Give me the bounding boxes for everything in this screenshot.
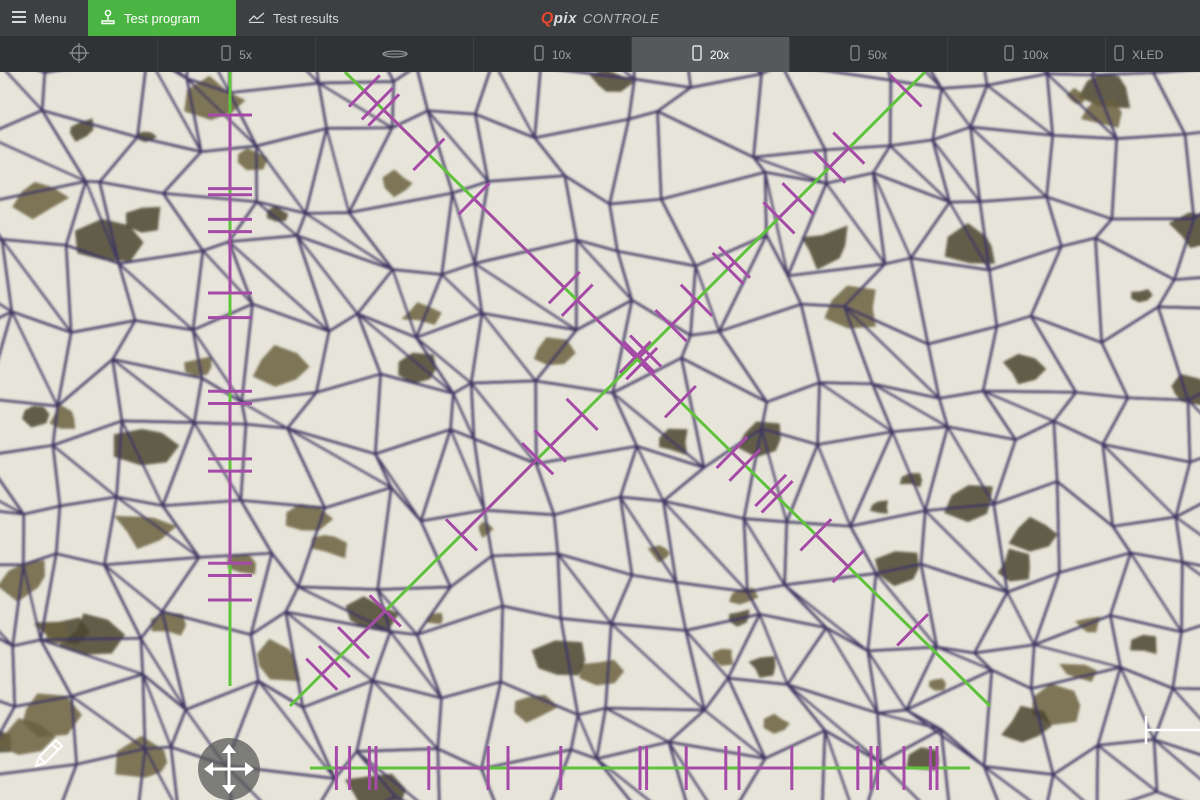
intercept-segment xyxy=(777,197,800,219)
objective-icon xyxy=(692,45,702,64)
objective-icon xyxy=(1114,45,1124,64)
intercept-segment xyxy=(460,457,539,536)
pencil-button[interactable] xyxy=(28,734,68,774)
intercept-segment xyxy=(576,299,637,359)
intercept-segment xyxy=(814,533,850,568)
intercept-segment xyxy=(828,147,850,169)
intercept-segment xyxy=(352,609,387,644)
test-program-label: Test program xyxy=(124,10,200,26)
menu-button[interactable]: Menu xyxy=(0,0,88,36)
tab-test-results[interactable]: Test results xyxy=(236,0,366,36)
objective-label: XLED xyxy=(1132,47,1164,62)
horizontal-test-line xyxy=(310,746,970,790)
top-bar: Menu Test program Test results Qpix CONTR… xyxy=(0,0,1200,37)
intercept-segment xyxy=(472,197,566,289)
objective-label: 50x xyxy=(867,47,888,62)
intercept-segment xyxy=(669,299,698,327)
brand-pix: pix xyxy=(553,10,577,27)
test-results-label: Test results xyxy=(273,10,339,26)
intercept-segment xyxy=(730,451,746,467)
objective-icon xyxy=(850,45,860,64)
measurement-overlay xyxy=(208,72,992,790)
intercept-segment xyxy=(363,89,379,105)
vertical-test-line xyxy=(208,72,252,686)
move-button[interactable] xyxy=(198,738,260,800)
objective-label: 20x xyxy=(709,47,730,62)
objective-crosshair[interactable] xyxy=(0,37,158,72)
objective-label: 100x xyxy=(1022,47,1049,62)
lens-icon xyxy=(381,48,408,62)
scale-bar-icon xyxy=(1140,716,1200,752)
tab-test-program[interactable]: Test program xyxy=(88,0,236,36)
menu-label: Menu xyxy=(34,10,67,26)
objective-lens[interactable] xyxy=(316,37,474,72)
objective-20x[interactable]: 20x xyxy=(632,37,790,72)
objective-label: 5x xyxy=(239,47,252,62)
objective-xled[interactable]: XLED xyxy=(1106,37,1200,72)
objective-label: 10x xyxy=(551,47,572,62)
brand-q: Q xyxy=(540,9,554,27)
objective-5x[interactable]: 5x xyxy=(158,37,316,72)
diagonal-test-line-down xyxy=(343,72,992,708)
line-chart-icon xyxy=(248,11,265,26)
objective-10x[interactable]: 10x xyxy=(474,37,632,72)
intercept-segment xyxy=(320,660,336,676)
objective-icon xyxy=(221,45,231,64)
crosshair-icon xyxy=(68,42,90,67)
objective-icon xyxy=(1004,45,1015,64)
hamburger-icon xyxy=(12,10,26,26)
scale-bar xyxy=(1140,712,1200,748)
objective-100x[interactable]: 100x xyxy=(948,37,1106,72)
pencil-icon xyxy=(28,738,68,778)
objective-50x[interactable]: 50x xyxy=(790,37,948,72)
objective-bar: 5x 10x 20x 50x 100x XLED xyxy=(0,37,1200,72)
move-icon xyxy=(198,744,260,800)
intercept-segment xyxy=(640,362,682,403)
joystick-icon xyxy=(100,9,116,28)
micrograph-viewport[interactable] xyxy=(0,72,1200,800)
brand-control: CONTROLE xyxy=(582,11,660,26)
diagonal-test-line-up xyxy=(288,72,927,708)
intercept-segment xyxy=(382,108,430,156)
objective-icon xyxy=(534,45,544,64)
intercept-segment xyxy=(549,413,584,448)
